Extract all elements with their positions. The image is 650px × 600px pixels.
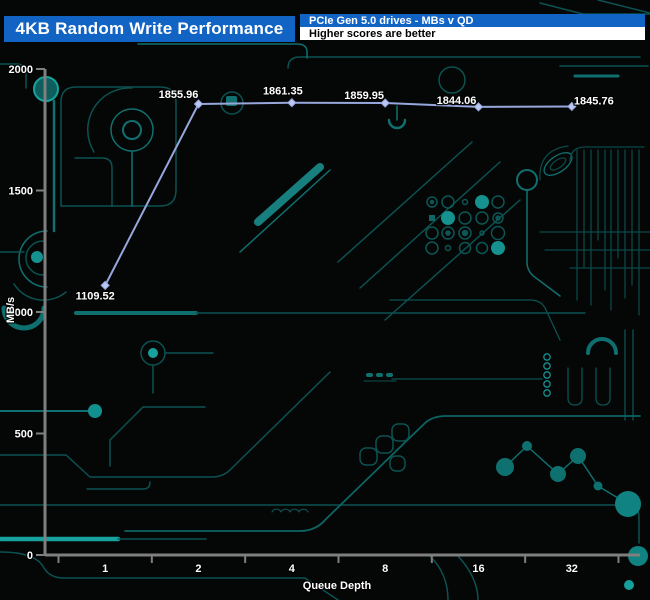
y-axis-title: MB/s (5, 297, 17, 323)
y-tick-label: 2000 (9, 64, 33, 76)
data-point-marker (288, 99, 296, 107)
x-tick-label: 32 (566, 563, 578, 575)
legend-note-label: Higher scores are better (309, 28, 436, 40)
axes (45, 69, 640, 555)
x-tick-label: 4 (289, 563, 296, 575)
x-tick-label: 8 (382, 563, 388, 575)
y-tick-label: 500 (15, 429, 33, 441)
chart-legend-box: PCIe Gen 5.0 drives - MBs v QD Higher sc… (300, 14, 645, 40)
data-point-label: 1861.35 (263, 86, 303, 98)
y-tick-label: 0 (27, 550, 33, 562)
chart-title: 4KB Random Write Performance (16, 19, 284, 39)
series-polyline (105, 103, 572, 286)
data-point-label: 1109.52 (76, 290, 115, 302)
performance-line-chart: 0500100015002000 12481632 1109.521855.96… (0, 0, 650, 600)
data-point-marker (101, 281, 109, 289)
x-tick-label: 1 (102, 563, 108, 575)
legend-series-label: PCIe Gen 5.0 drives - MBs v QD (309, 15, 473, 27)
data-point-label: 1855.96 (159, 89, 199, 101)
legend-series-bar: PCIe Gen 5.0 drives - MBs v QD (300, 14, 645, 27)
x-axis-ticks: 1 2 4 8 16 32 (59, 555, 619, 575)
x-tick-label: 16 (472, 563, 484, 575)
legend-note-bar: Higher scores are better (300, 27, 645, 40)
data-point-marker (194, 100, 202, 108)
y-tick-label: 1500 (9, 186, 33, 198)
data-point-label: 1844.06 (437, 95, 477, 107)
chart-canvas: 4KB Random Write Performance PCIe Gen 5.… (0, 0, 650, 600)
data-series-line (101, 99, 576, 290)
data-point-label: 1859.95 (344, 90, 384, 102)
data-point-label: 1845.76 (574, 95, 614, 107)
chart-title-box: 4KB Random Write Performance (4, 16, 295, 42)
x-tick-label: 2 (195, 563, 201, 575)
data-point-labels: 1109.52 1855.96 1861.35 1859.95 1844.06 1845.… (76, 86, 614, 303)
x-axis-title: Queue Depth (303, 580, 372, 592)
